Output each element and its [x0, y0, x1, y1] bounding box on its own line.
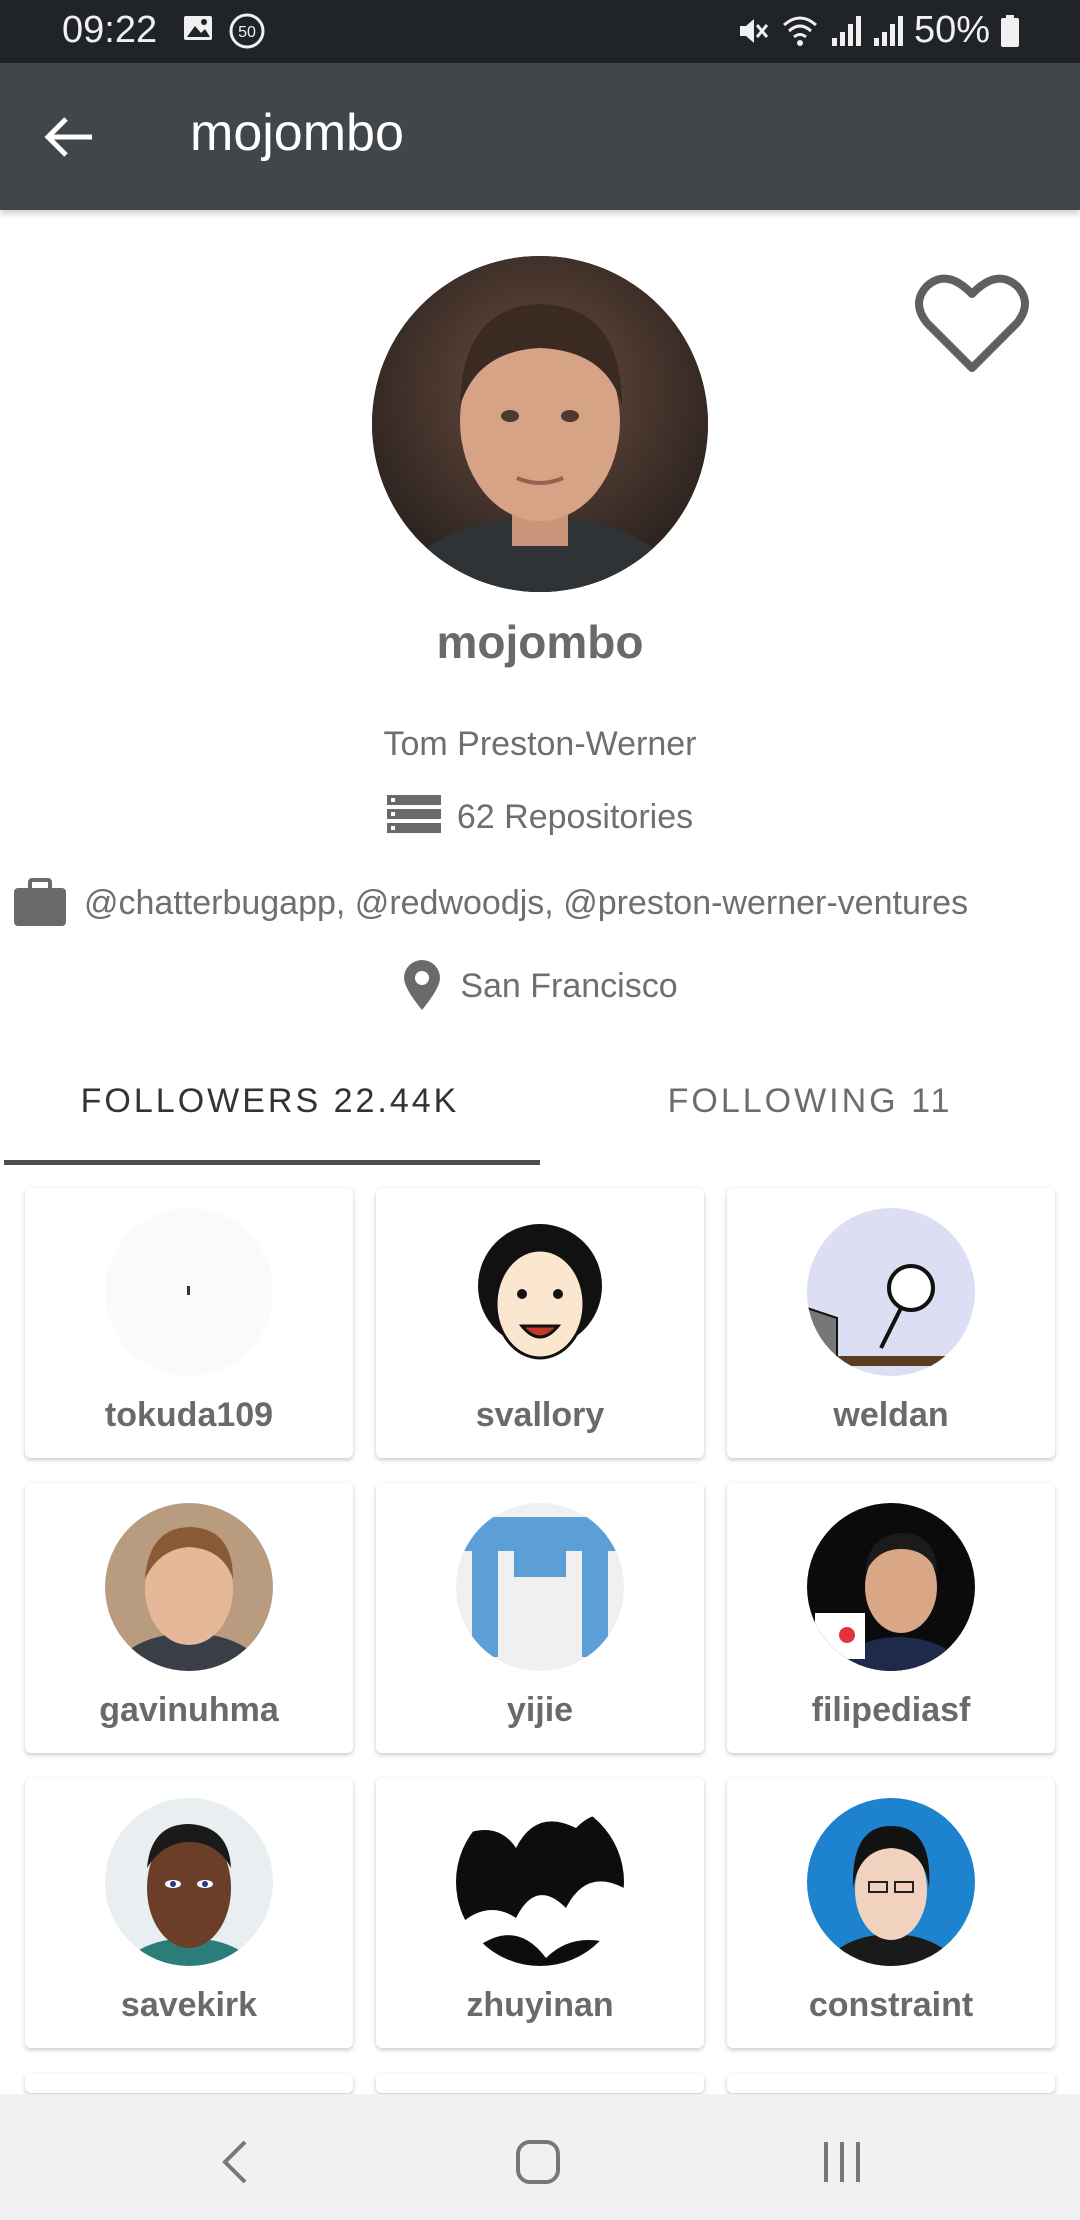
app-bar: mojombo [0, 63, 1080, 210]
follower-card[interactable]: weldan [727, 1188, 1055, 1458]
repository-list-icon [386, 795, 441, 833]
briefcase-icon [14, 878, 66, 926]
tab-following[interactable]: FOLLOWING 11 [540, 1082, 1080, 1121]
repositories-row[interactable]: 62 Repositories [0, 795, 1080, 839]
follower-avatar [807, 1798, 975, 1966]
follower-name: weldan [833, 1396, 949, 1434]
follower-avatar [456, 1208, 624, 1376]
follower-name: constraint [808, 1986, 974, 2024]
follower-avatar [807, 1208, 975, 1376]
arrow-back-icon[interactable] [40, 107, 100, 167]
svg-text:50: 50 [238, 24, 256, 41]
follower-card[interactable] [25, 2073, 353, 2093]
nav-recents-icon[interactable] [812, 2132, 872, 2192]
status-time: 09:22 [62, 9, 158, 51]
follower-name: savekirk [120, 1986, 258, 2024]
location-pin-icon [404, 960, 441, 1010]
follower-name: tokuda109 [104, 1396, 274, 1434]
company-row: @chatterbugapp, @redwoodjs, @preston-wer… [12, 878, 1080, 928]
wifi-icon [782, 16, 817, 46]
tab-followers[interactable]: FOLLOWERS 22.44K [0, 1082, 540, 1121]
follower-card[interactable]: svallory [376, 1188, 704, 1458]
follower-card[interactable]: yijie [376, 1483, 704, 1753]
follower-card[interactable]: savekirk [25, 1778, 353, 2048]
nav-back-icon[interactable] [207, 2132, 267, 2192]
follower-card[interactable]: tokuda109 [25, 1188, 353, 1458]
follower-avatar [105, 1798, 273, 1966]
status-bar: 09:22 50 50% [0, 0, 1080, 63]
follower-card[interactable]: gavinuhma [25, 1483, 353, 1753]
heart-outline-icon[interactable] [915, 268, 1030, 378]
followers-grid: tokuda109 svallory weldan gavinuhma yiji… [0, 1188, 1080, 2093]
follower-avatar [456, 1503, 624, 1671]
page-title: mojombo [190, 104, 404, 162]
follower-avatar [807, 1503, 975, 1671]
battery-icon [1001, 14, 1019, 47]
battery-percentage: 50% [913, 9, 990, 51]
location-row: San Francisco [0, 960, 1080, 1012]
profile-username: mojombo [436, 616, 644, 668]
profile-full-name: Tom Preston-Werner [383, 725, 697, 763]
follower-name: filipediasf [811, 1691, 971, 1729]
avatar [372, 256, 708, 592]
image-icon [184, 16, 212, 40]
nav-home-icon[interactable] [508, 2132, 568, 2192]
notification-count-icon: 50 [229, 13, 265, 49]
follower-name: svallory [475, 1396, 605, 1434]
location-text: San Francisco [460, 966, 678, 1005]
follower-avatar [105, 1208, 273, 1376]
signal-icon [873, 15, 903, 46]
status-right-icons: 50% [734, 9, 1020, 52]
follower-name: zhuyinan [466, 1986, 614, 2024]
company-text: @chatterbugapp, @redwoodjs, @preston-wer… [84, 883, 969, 922]
follower-card[interactable]: constraint [727, 1778, 1055, 2048]
follower-name: gavinuhma [99, 1691, 279, 1729]
follower-avatar [456, 1798, 624, 1966]
repositories-count: 62 Repositories [456, 797, 694, 836]
follower-name: yijie [506, 1691, 574, 1729]
tab-bar: FOLLOWERS 22.44K FOLLOWING 11 [0, 1060, 1080, 1170]
tab-indicator [4, 1160, 540, 1165]
follower-card[interactable]: filipediasf [727, 1483, 1055, 1753]
signal-icon [831, 15, 861, 46]
mute-icon [739, 18, 769, 43]
profile-header: mojombo Tom Preston-Werner 62 Repositori… [0, 210, 1080, 1010]
follower-avatar [105, 1503, 273, 1671]
follower-card[interactable] [727, 2073, 1055, 2093]
system-nav-bar [0, 2094, 1080, 2220]
follower-card[interactable] [376, 2073, 704, 2093]
status-left-icons: 50 [182, 12, 266, 50]
follower-card[interactable]: zhuyinan [376, 1778, 704, 2048]
